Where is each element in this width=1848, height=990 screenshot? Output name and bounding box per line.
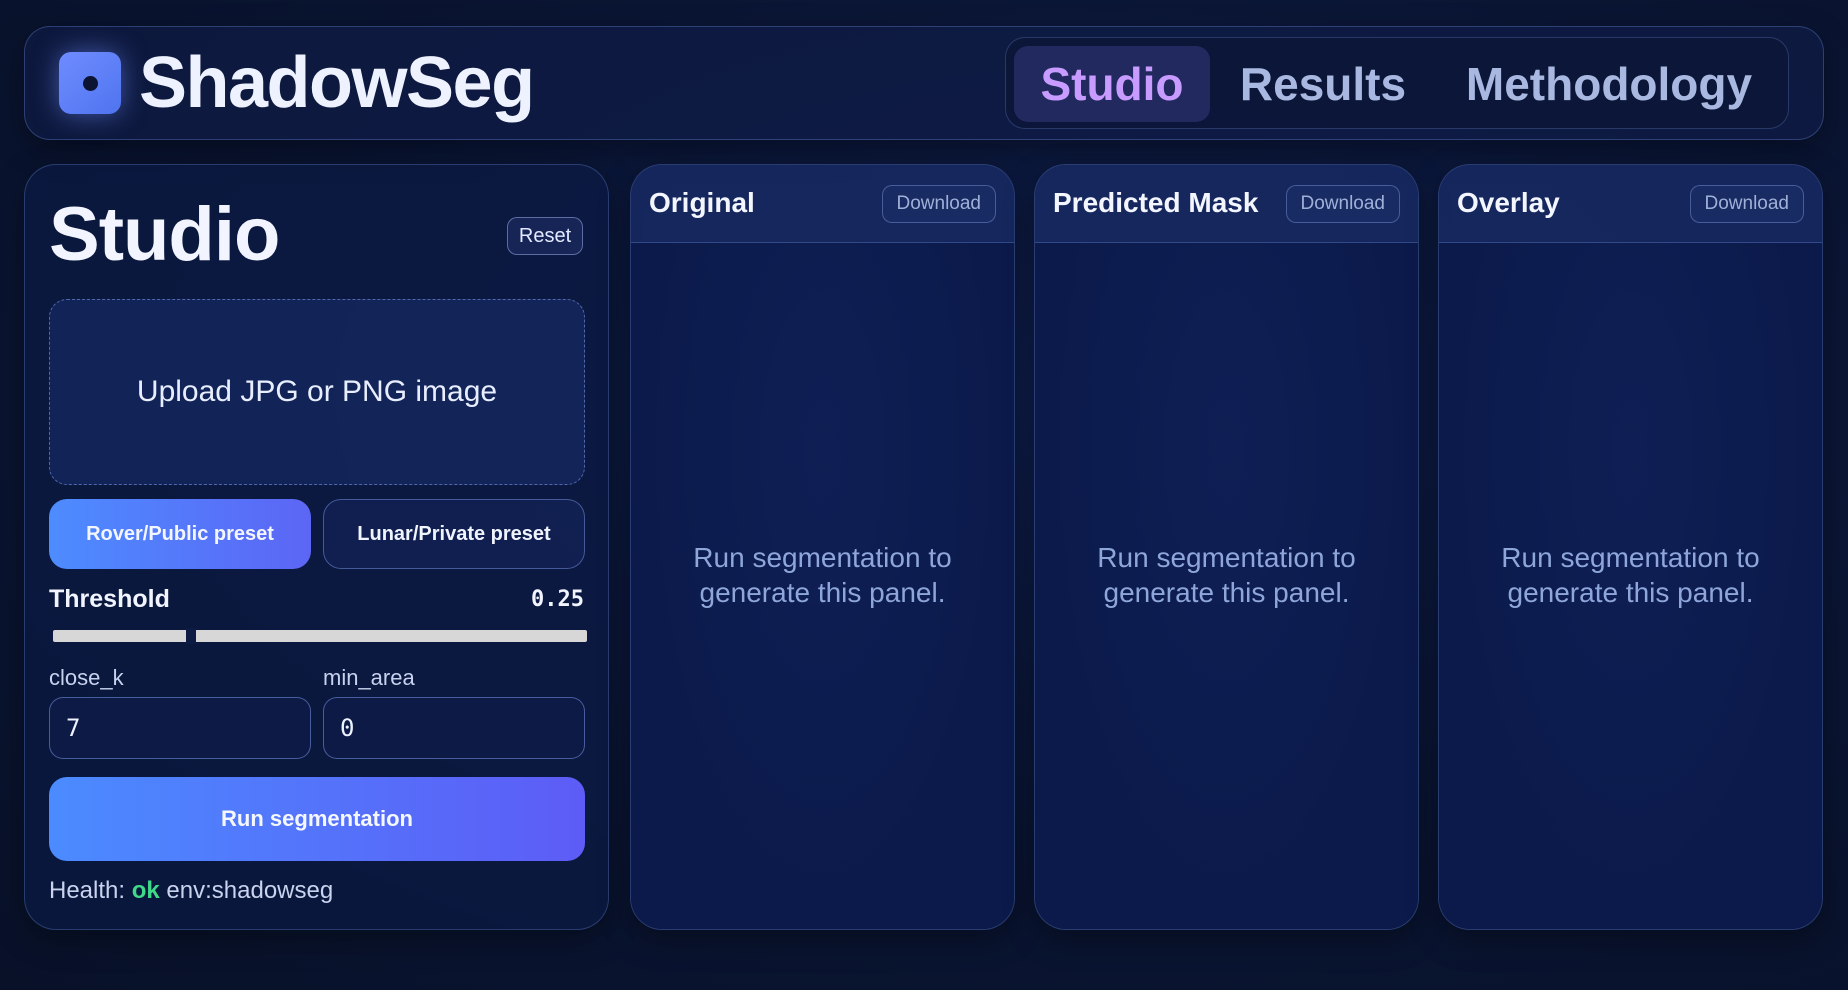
download-mask-button[interactable]: Download [1285,185,1400,223]
studio-title: Studio [49,192,280,277]
health-ok-badge: ok [131,877,160,904]
panel-body: Run segmentation to generate this panel. [1439,243,1822,929]
threshold-slider[interactable] [53,628,587,644]
min-area-input[interactable]: 0 [323,697,585,759]
download-overlay-button[interactable]: Download [1689,185,1804,223]
lunar-preset-button[interactable]: Lunar/Private preset [323,499,585,569]
original-panel: Original Download Run segmentation to ge… [630,164,1015,930]
download-original-button[interactable]: Download [881,185,996,223]
run-segmentation-button[interactable]: Run segmentation [49,777,585,861]
nav-tabs: Studio Results Methodology [1005,37,1789,129]
panel-placeholder: Run segmentation to generate this panel. [1097,542,1356,608]
brand: ShadowSeg [59,43,535,123]
health-prefix: Health: [49,877,126,904]
health-env: env:shadowseg [166,877,334,904]
upload-dropzone[interactable]: Upload JPG or PNG image [49,299,585,485]
panel-body: Run segmentation to generate this panel. [631,243,1014,929]
panel-header: Original Download [631,165,1014,243]
upload-label: Upload JPG or PNG image [136,375,498,408]
health-status: Health: ok env:shadowseg [49,877,333,905]
panel-header: Overlay Download [1439,165,1822,243]
panel-body: Run segmentation to generate this panel. [1035,243,1418,929]
panel-title: Predicted Mask [1053,187,1259,218]
rover-preset-button[interactable]: Rover/Public preset [49,499,311,569]
app-header: ShadowSeg Studio Results Methodology [24,26,1824,140]
threshold-value: 0.25 [531,587,584,612]
overlay-panel: Overlay Download Run segmentation to gen… [1438,164,1823,930]
threshold-slider-thumb[interactable] [186,628,196,644]
panel-title: Overlay [1457,187,1560,218]
min-area-label: min_area [323,665,415,690]
close-k-label: close_k [49,665,124,690]
threshold-label: Threshold [49,585,170,613]
brand-name: ShadowSeg [139,43,535,123]
predicted-mask-panel: Predicted Mask Download Run segmentation… [1034,164,1419,930]
studio-panel: Studio Reset Upload JPG or PNG image Rov… [24,164,609,930]
tab-studio[interactable]: Studio [1014,46,1210,122]
app-logo-icon [59,52,121,114]
panel-placeholder: Run segmentation to generate this panel. [693,542,952,608]
logo-dot [83,76,98,91]
close-k-input[interactable]: 7 [49,697,311,759]
panel-title: Original [649,187,755,218]
tab-results[interactable]: Results [1212,46,1434,122]
reset-button[interactable]: Reset [507,217,583,255]
panel-header: Predicted Mask Download [1035,165,1418,243]
panel-placeholder: Run segmentation to generate this panel. [1501,542,1760,608]
tab-methodology[interactable]: Methodology [1436,46,1782,122]
